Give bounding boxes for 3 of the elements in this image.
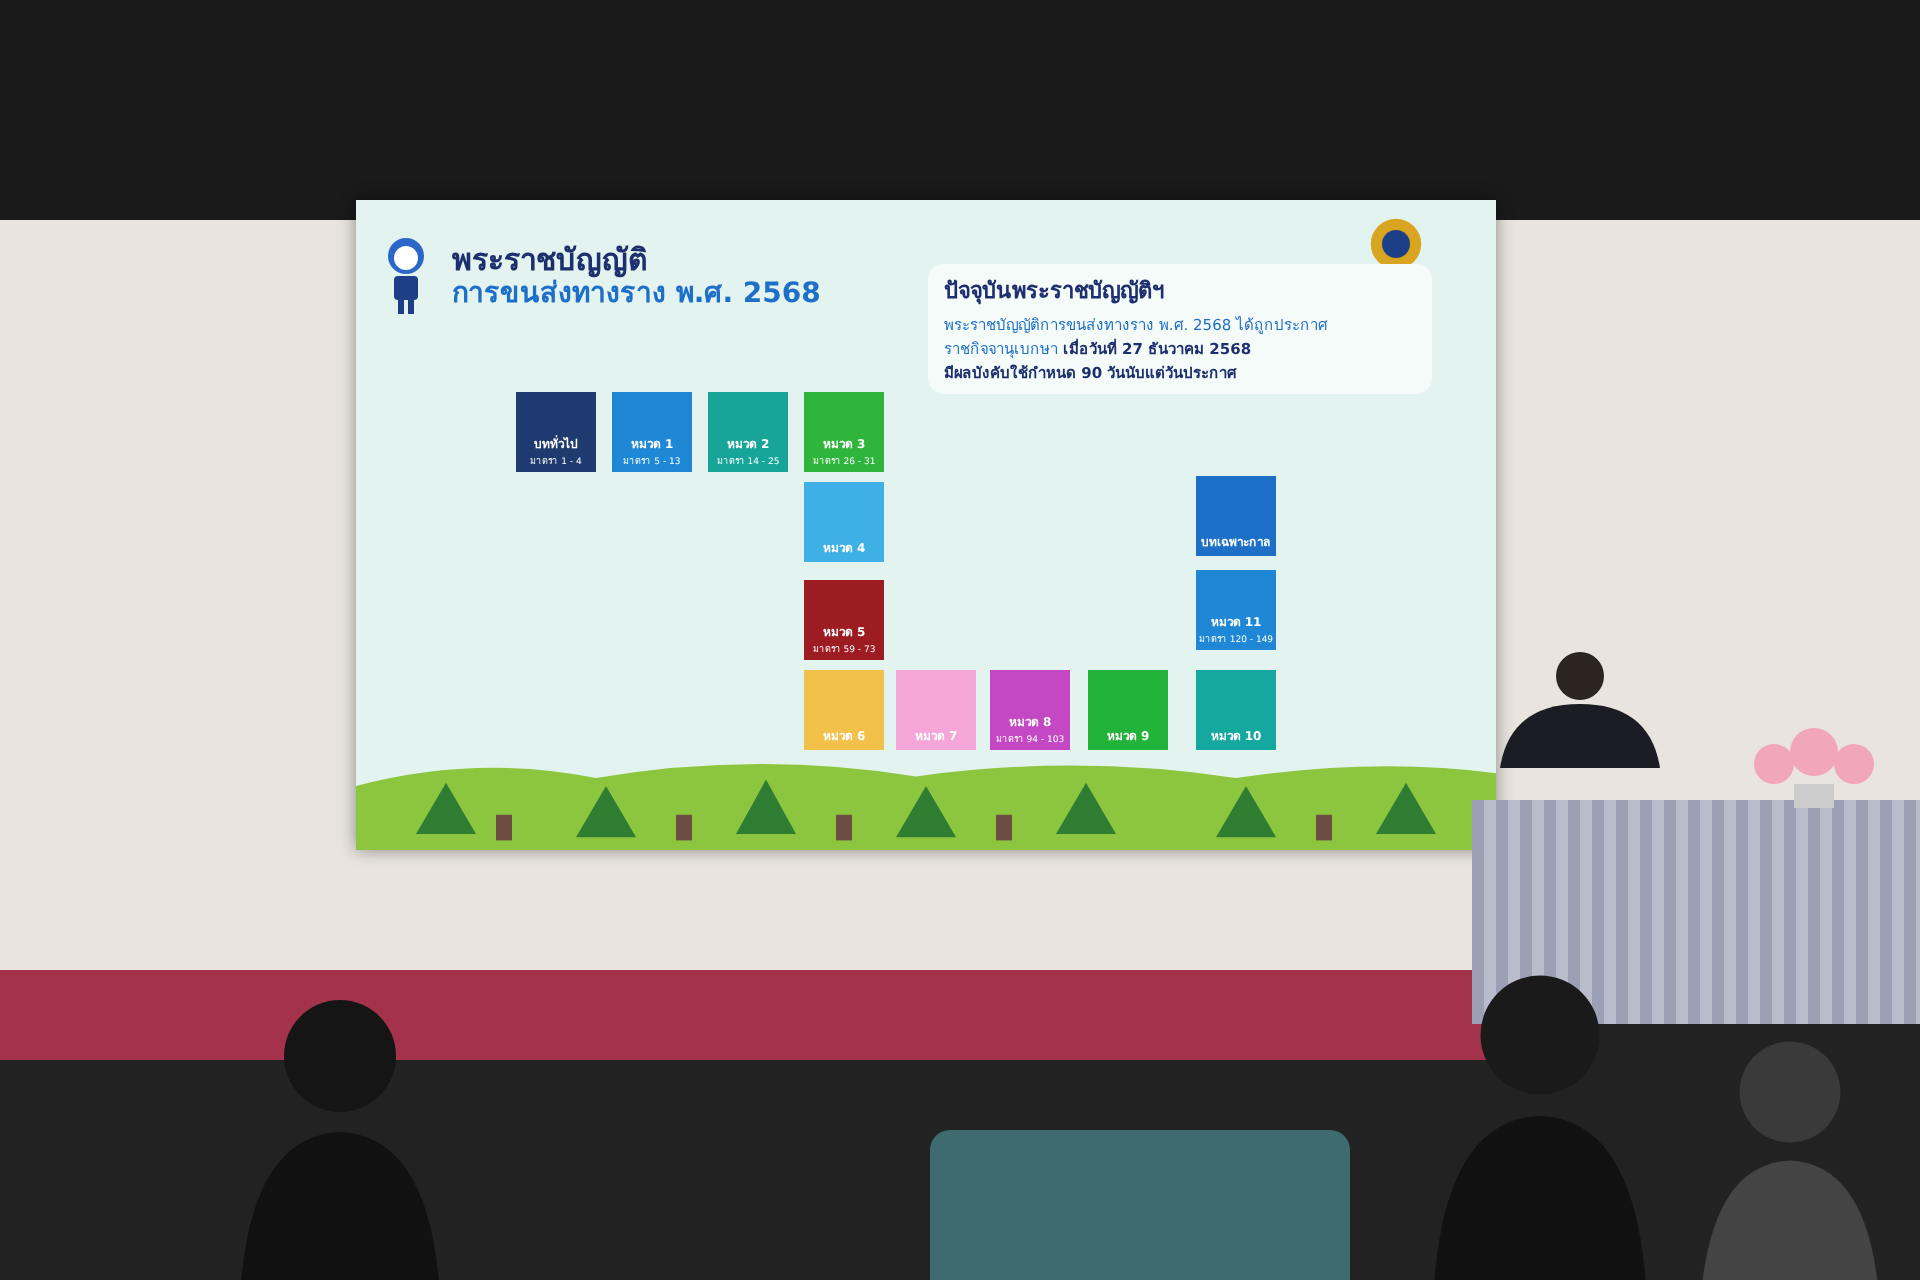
slide-title: พระราชบัญญัติ	[452, 240, 648, 279]
slide-subtitle: การขนส่งทางราง พ.ศ. 2568	[452, 278, 821, 314]
notice-heading: ปัจจุบันพระราชบัญญัติฯ	[944, 276, 1166, 308]
